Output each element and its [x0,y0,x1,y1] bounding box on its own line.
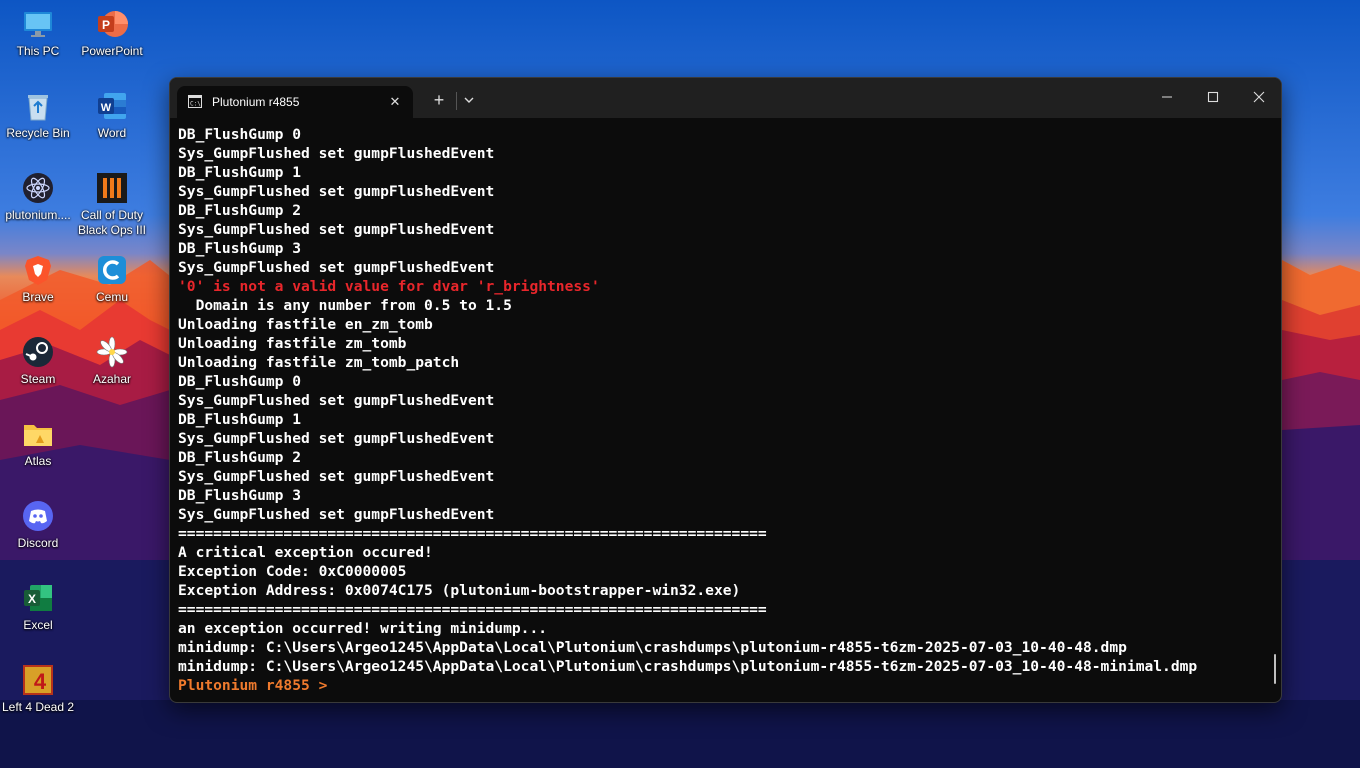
tab-plutonium[interactable]: C:\ Plutonium r4855 ✕ [177,86,413,118]
console-line: DB_FlushGump 3 [178,487,302,504]
bo3-icon [97,173,127,203]
console-line: Unloading fastfile en_zm_tomb [178,316,433,333]
desktop-icon-label: Call of Duty Black Ops III [77,208,147,237]
minimize-button[interactable] [1153,86,1181,108]
terminal-window[interactable]: C:\ Plutonium r4855 ✕ + DB_FlushGump 0 Sy… [169,77,1282,703]
console-line: Sys_GumpFlushed set gumpFlushedEvent [178,259,495,276]
svg-text:C:\: C:\ [190,101,201,108]
l4d2-icon: 4 [23,665,53,695]
cemu-icon [98,256,126,284]
console-line: Exception Address: 0x0074C175 (plutonium… [178,582,741,599]
desktop-icon-word[interactable]: W Word [74,86,150,164]
excel-icon: X [24,585,52,611]
desktop-icon-label: Azahar [92,372,132,386]
svg-text:W: W [101,102,112,114]
desktop-icon-label: Recycle Bin [6,126,70,140]
powerpoint-icon: P [98,11,128,37]
desktop-icon-powerpoint[interactable]: P PowerPoint [74,4,150,82]
console-line: DB_FlushGump 2 [178,449,302,466]
desktop-icon-label: plutonium.... [5,208,71,222]
console-line: ========================================… [178,601,767,618]
recycle-bin-icon [28,95,48,121]
console-line: Unloading fastfile zm_tomb [178,335,407,352]
desktop-icon-this-pc[interactable]: This PC [0,4,76,82]
desktop-icon-label: Atlas [24,454,52,468]
console-line: ========================================… [178,525,767,542]
steam-icon [23,337,53,367]
chevron-down-icon[interactable] [460,91,478,109]
desktop-icon-label: PowerPoint [81,44,143,58]
desktop-icon-label: This PC [16,44,60,58]
desktop-icon-label: Left 4 Dead 2 [1,700,75,714]
console-line: DB_FlushGump 3 [178,240,302,257]
console-line: Domain is any number from 0.5 to 1.5 [178,297,512,314]
word-icon: W [98,93,126,119]
desktop-icon-label: Brave [22,290,54,304]
desktop-icon-plutonium[interactable]: plutonium.... [0,168,76,246]
console-line: Sys_GumpFlushed set gumpFlushedEvent [178,145,495,162]
desktop-icon-left-4-dead-2[interactable]: 4 Left 4 Dead 2 [0,660,76,738]
svg-text:4: 4 [34,669,47,694]
title-bar[interactable]: C:\ Plutonium r4855 ✕ + [170,78,1281,118]
desktop-icon-cemu[interactable]: Cemu [74,250,150,328]
desktop-icon-label: Excel [23,618,53,632]
desktop-icon-label: Steam [20,372,56,386]
desktop-icon-recycle-bin[interactable]: Recycle Bin [0,86,76,164]
close-button[interactable] [1245,86,1273,108]
console-line: Sys_GumpFlushed set gumpFlushedEvent [178,221,495,238]
new-tab-button[interactable]: + [428,89,450,111]
desktop-icon-steam[interactable]: Steam [0,332,76,410]
console-line: Sys_GumpFlushed set gumpFlushedEvent [178,506,495,523]
desktop-icon-azahar[interactable]: Azahar [74,332,150,410]
console-output[interactable]: DB_FlushGump 0 Sys_GumpFlushed set gumpFl… [178,125,1267,702]
console-line: DB_FlushGump 0 [178,126,302,143]
desktop-icon-excel[interactable]: X Excel [0,578,76,656]
console-line: Unloading fastfile zm_tomb_patch [178,354,460,371]
svg-text:P: P [102,18,110,32]
console-line: Sys_GumpFlushed set gumpFlushedEvent [178,430,495,447]
console-line: Sys_GumpFlushed set gumpFlushedEvent [178,468,495,485]
console-line: minidump: C:\Users\Argeo1245\AppData\Loc… [178,658,1198,675]
folder-icon [24,425,52,446]
console-line: DB_FlushGump 1 [178,411,302,428]
desktop-icon-label: Cemu [95,290,128,304]
azahar-icon [96,336,128,368]
console-line: Exception Code: 0xC0000005 [178,563,407,580]
tab-title: Plutonium r4855 [212,95,300,109]
command-prompt[interactable]: Plutonium r4855 > [178,676,1267,695]
desktop-icon-label: Word [97,126,127,140]
maximize-button[interactable] [1199,86,1227,108]
console-line: an exception occurred! writing minidump.… [178,620,548,637]
tab-close-icon[interactable]: ✕ [385,92,405,112]
console-line: Sys_GumpFlushed set gumpFlushedEvent [178,392,495,409]
desktop-icon-discord[interactable]: Discord [0,496,76,574]
console-line: DB_FlushGump 0 [178,373,302,390]
console-error-line: '0' is not a valid value for dvar 'r_bri… [178,278,600,295]
console-line: minidump: C:\Users\Argeo1245\AppData\Loc… [178,639,1127,656]
console-line: DB_FlushGump 2 [178,202,302,219]
desktop-icon-label: Discord [17,536,59,550]
console-line: Sys_GumpFlushed set gumpFlushedEvent [178,183,495,200]
console-line: DB_FlushGump 1 [178,164,302,181]
scrollbar[interactable] [1274,654,1276,684]
desktop-icon-brave[interactable]: Brave [0,250,76,328]
desktop-icon-call-of-duty[interactable]: Call of Duty Black Ops III [74,168,150,246]
tab-separator [456,92,457,110]
atom-icon [23,173,53,203]
console-line: A critical exception occured! [178,544,433,561]
monitor-icon [24,12,52,37]
terminal-icon: C:\ [188,95,202,108]
brave-icon [25,256,51,285]
svg-text:X: X [28,592,36,606]
desktop-icon-atlas[interactable]: Atlas [0,414,76,492]
discord-icon [23,501,53,531]
